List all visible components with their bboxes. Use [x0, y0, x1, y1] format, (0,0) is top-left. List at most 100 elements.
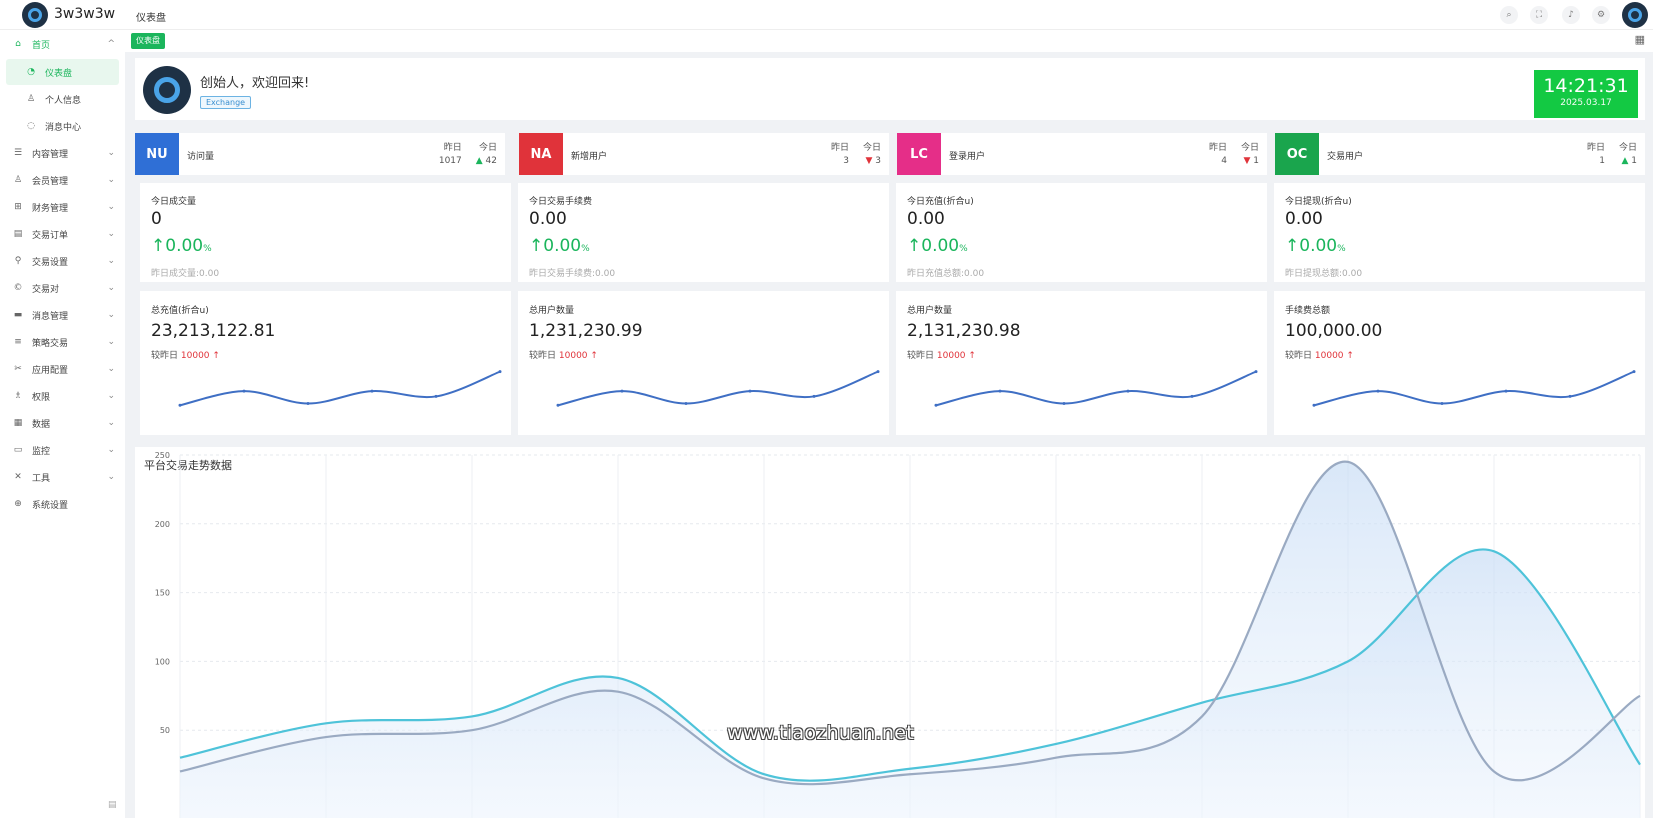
sidebar-item-members[interactable]: ♙ 会员管理 ⌄ [0, 167, 125, 193]
compare-text: 较昨日 10000 ↑ [907, 351, 976, 361]
sparkline-line [935, 370, 1257, 407]
today-value: 42 [485, 156, 497, 166]
arrow-up-icon: ↑ [1285, 236, 1300, 256]
card-label: 今日充值(折合u) [907, 197, 974, 207]
top-bar: 3w3w3w 仪表盘 ⌕ ⛶ ♪ ⚙ [0, 0, 1653, 30]
total-card-users: 总用户数量 1,231,230.99 较昨日 10000 ↑ [518, 291, 889, 435]
user-avatar[interactable] [1622, 2, 1648, 28]
tab-dashboard[interactable]: 仪表盘 [131, 33, 165, 49]
compare-text: 较昨日 10000 ↑ [1285, 351, 1354, 361]
change-percent: ↑0.00% [529, 236, 590, 256]
today-value: 1 [1631, 156, 1637, 166]
card-value: 0 [151, 209, 162, 229]
sidebar-item-tools[interactable]: ✕ 工具 ⌄ [0, 464, 125, 490]
card-label: 今日交易手续费 [529, 197, 593, 207]
sidebar-item-home[interactable]: ⌂ 首页 ^ [0, 31, 125, 57]
card-label: 总用户数量 [529, 306, 575, 316]
trend-down-icon: ▼ [1243, 156, 1254, 166]
card-value: 1,231,230.99 [529, 321, 643, 341]
sidebar-item-orders[interactable]: ▤ 交易订单 ⌄ [0, 221, 125, 247]
chevron-down-icon: ⌄ [107, 337, 115, 347]
sparkline-line [557, 370, 879, 407]
system-icon: ⊕ [14, 499, 22, 509]
sparkline-point [1312, 403, 1316, 407]
sidebar-item-permissions[interactable]: ♗ 权限 ⌄ [0, 383, 125, 409]
grid-menu-icon[interactable]: ▦ [1635, 33, 1645, 46]
sidebar-item-label: 交易设置 [32, 257, 69, 268]
collapse-sidebar-icon[interactable]: ▤ [108, 800, 117, 810]
sidebar-item-label: 消息中心 [45, 122, 82, 133]
sidebar-item-trade-settings[interactable]: ⚲ 交易设置 ⌄ [0, 248, 125, 274]
chevron-down-icon: ⌄ [107, 391, 115, 401]
sparkline-point [1568, 394, 1572, 398]
yesterday-text: 昨日交易手续费:0.00 [529, 269, 616, 279]
arrow-up-icon: ↑ [590, 351, 598, 361]
logo [22, 2, 48, 28]
sidebar-item-content[interactable]: ☰ 内容管理 ⌄ [0, 140, 125, 166]
sparkline-point [556, 403, 560, 407]
chevron-down-icon: ⌄ [107, 418, 115, 428]
list-icon: ☰ [13, 148, 23, 158]
sidebar-item-label: 财务管理 [32, 203, 69, 214]
sidebar-item-pairs[interactable]: © 交易对 ⌄ [0, 275, 125, 301]
today-value: 1 [1253, 156, 1259, 166]
arrow-up-icon: ↑ [968, 351, 976, 361]
bell-icon[interactable]: ♪ [1562, 6, 1580, 24]
today-label: 今日 [478, 143, 497, 153]
sidebar-item-label: 系统设置 [32, 500, 69, 511]
stat-abbr: NA [519, 133, 563, 175]
trend-down-icon: ▼ [865, 156, 876, 166]
trend-chart: 250 200 150 100 50 [155, 451, 1641, 818]
yesterday-label: 昨日 [1586, 143, 1605, 153]
sparkline-point [1126, 389, 1130, 393]
stat-card-login-users: LC 登录用户 昨日 4 今日 ▼ 1 [897, 133, 1267, 175]
sidebar-item-profile[interactable]: ♙ 个人信息 [0, 86, 125, 112]
watermark-text: www.tiaozhuan.net [727, 722, 914, 744]
tool-icon: ✕ [14, 472, 22, 482]
sparkline-point [434, 394, 438, 398]
clock-panel: 14:21:31 2025.03.17 [1534, 70, 1638, 118]
sidebar-item-finance[interactable]: ⊞ 财务管理 ⌄ [0, 194, 125, 220]
member-icon: ♙ [13, 175, 23, 185]
stat-label: 访问量 [187, 152, 215, 162]
yesterday-value: 3 [843, 156, 849, 166]
today-label: 今日 [1240, 143, 1259, 153]
stat-card-trade-users: OC 交易用户 昨日 1 今日 ▲ 1 [1275, 133, 1645, 175]
stat-label: 新增用户 [571, 152, 608, 162]
card-label: 总用户数量 [907, 306, 953, 316]
sparkline-point [1062, 402, 1066, 406]
sidebar-item-label: 内容管理 [32, 149, 69, 160]
yesterday-value: 1017 [438, 156, 462, 166]
sparkline-point [1632, 370, 1636, 374]
sparkline-line [179, 370, 501, 407]
card-value: 2,131,230.98 [907, 321, 1021, 341]
sparkline-point [1190, 394, 1194, 398]
sidebar-item-system[interactable]: ⊕ 系统设置 [0, 491, 125, 517]
sparkline-point [370, 389, 374, 393]
sparkline-point [684, 402, 688, 406]
sidebar-item-monitor[interactable]: ▭ 监控 ⌄ [0, 437, 125, 463]
sidebar-item-strategy[interactable]: ≡ 策略交易 ⌄ [0, 329, 125, 355]
card-label: 今日成交量 [151, 197, 197, 207]
arrow-up-icon: ↑ [212, 351, 220, 361]
chevron-down-icon: ⌄ [107, 364, 115, 374]
sidebar-item-label: 会员管理 [32, 176, 69, 187]
pair-icon: © [13, 283, 23, 293]
sidebar-item-label: 权限 [32, 392, 51, 403]
config-icon: ✂ [14, 364, 22, 374]
change-percent: ↑0.00% [907, 236, 968, 256]
fullscreen-icon[interactable]: ⛶ [1530, 6, 1548, 24]
search-icon[interactable]: ⌕ [1500, 6, 1518, 24]
sidebar-item-app-config[interactable]: ✂ 应用配置 ⌄ [0, 356, 125, 382]
sidebar-item-message-mgmt[interactable]: ▬ 消息管理 ⌄ [0, 302, 125, 328]
sparkline-point [934, 403, 938, 407]
change-percent: ↑0.00% [1285, 236, 1346, 256]
brand-name: 3w3w3w [54, 6, 116, 22]
welcome-card: 创始人，欢迎回来! Exchange [135, 58, 1645, 120]
sidebar-item-dashboard[interactable]: ◔ 仪表盘 [6, 59, 119, 85]
sidebar-item-messages[interactable]: ◌ 消息中心 [0, 113, 125, 139]
sidebar-item-data[interactable]: ▦ 数据 ⌄ [0, 410, 125, 436]
settings-icon[interactable]: ⚙ [1592, 6, 1610, 24]
today-label: 今日 [862, 143, 881, 153]
yesterday-label: 昨日 [830, 143, 849, 153]
